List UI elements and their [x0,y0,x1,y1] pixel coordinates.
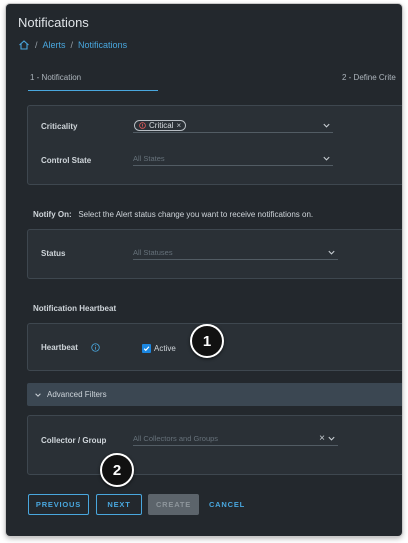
heartbeat-section-title: Notification Heartbeat [33,304,116,313]
checkmark-icon [143,346,150,352]
app-window: Notifications / Alerts / Notifications 1… [6,4,402,536]
active-checkbox-label[interactable]: Active [154,344,176,353]
critical-chip[interactable]: Critical × [134,120,187,131]
clear-icon[interactable]: × [319,433,325,444]
breadcrumb-alerts[interactable]: Alerts [43,40,66,50]
control-state-select[interactable]: All States [133,152,333,166]
control-state-label: Control State [41,156,92,165]
criticality-select[interactable]: Critical × [133,119,333,133]
create-button[interactable]: CREATE [148,494,199,515]
next-button[interactable]: NEXT [96,494,142,515]
criticality-label: Criticality [41,122,78,131]
form-scroll-area: Criticality Critical × Control State All… [27,93,402,487]
step-notification[interactable]: 1 - Notification [30,73,81,82]
active-checkbox[interactable] [142,344,151,353]
status-label: Status [41,249,66,258]
home-icon[interactable] [18,39,30,51]
notify-on-description: Select the Alert status change you want … [78,210,314,219]
callout-badge-1: 1 [190,324,224,358]
breadcrumb-separator: / [70,40,74,50]
notify-on-label: Notify On: [33,210,72,219]
collector-group-placeholder: All Collectors and Groups [133,434,219,443]
breadcrumb: / Alerts / Notifications [18,37,127,53]
chevron-down-icon[interactable] [327,434,336,443]
status-card: Status All Statuses [27,229,402,279]
filters-card: Criticality Critical × Control State All… [27,105,402,185]
critical-chip-label: Critical [149,121,174,130]
collector-group-select[interactable]: All Collectors and Groups × [133,432,338,446]
status-placeholder: All Statuses [133,248,173,257]
breadcrumb-separator: / [35,40,38,50]
cancel-button[interactable]: CANCEL [205,494,249,515]
breadcrumb-notifications[interactable]: Notifications [78,40,127,50]
page-title: Notifications [18,15,89,30]
info-icon[interactable] [91,343,100,352]
wizard-steps: 1 - Notification 2 - Define Crite [28,70,402,92]
callout-badge-2: 2 [100,453,134,487]
alert-circle-icon [139,122,146,129]
chevron-down-icon[interactable] [322,154,331,163]
chevron-down-icon[interactable] [322,121,331,130]
collector-group-label: Collector / Group [41,436,107,445]
previous-button[interactable]: PREVIOUS [28,494,89,515]
chevron-down-icon [35,392,41,397]
active-step-indicator [28,90,158,91]
heartbeat-label: Heartbeat [41,343,78,352]
notify-on-row: Notify On: Select the Alert status chang… [33,210,313,219]
heartbeat-section-label: Notification Heartbeat [33,304,117,313]
chevron-down-icon[interactable] [327,248,336,257]
advanced-filters-label: Advanced Filters [47,390,107,399]
advanced-filters-toggle[interactable]: Advanced Filters [27,383,402,406]
status-select[interactable]: All Statuses [133,246,338,260]
control-state-placeholder: All States [133,154,165,163]
step-define-criteria[interactable]: 2 - Define Crite [342,73,396,82]
collector-card: Collector / Group All Collectors and Gro… [27,415,402,475]
chip-remove-icon[interactable]: × [176,121,181,130]
